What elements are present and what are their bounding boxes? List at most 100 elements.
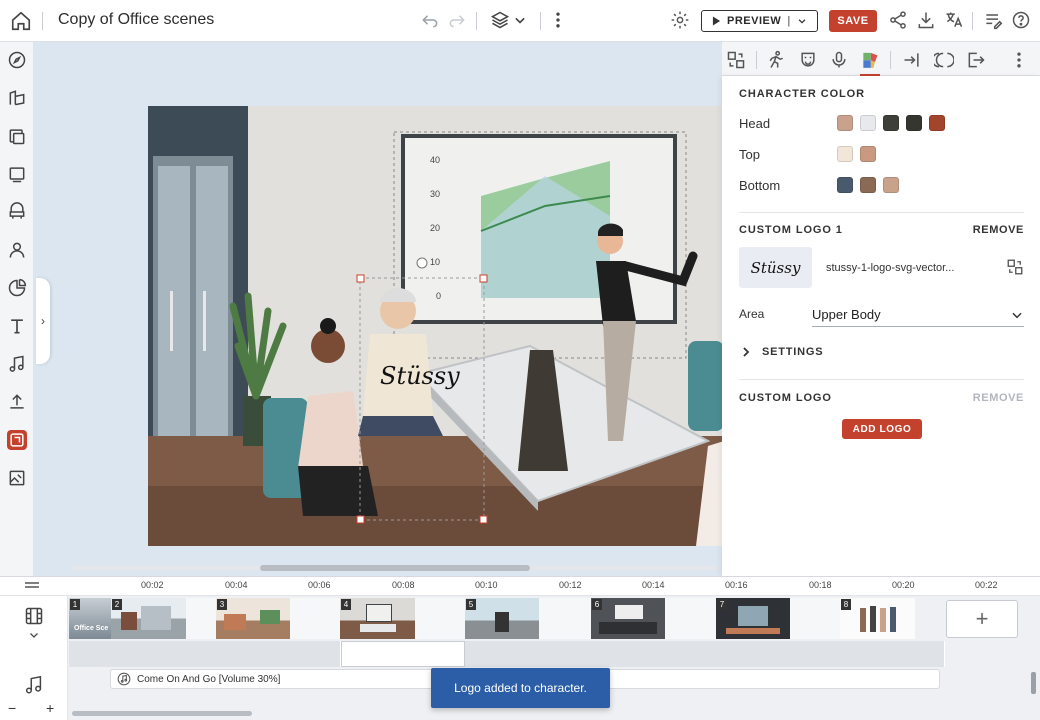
timeline-horizontal-scrollbar[interactable]: [72, 711, 252, 716]
share-icon[interactable]: [888, 10, 908, 30]
music-icon[interactable]: [23, 674, 45, 696]
more-vertical-icon[interactable]: [1009, 50, 1029, 70]
head-color-label: Head: [739, 116, 771, 131]
exit-effect-icon[interactable]: [966, 50, 986, 70]
scenes-icon[interactable]: [7, 164, 27, 184]
image-edit-icon[interactable]: [7, 468, 27, 488]
enter-effect-icon[interactable]: [902, 50, 922, 70]
media-icon[interactable]: [7, 126, 27, 146]
color-swatch[interactable]: [837, 115, 853, 131]
custom-logo-title: CUSTOM LOGO: [739, 392, 832, 404]
property-tabs: [722, 42, 1040, 76]
scene-clip[interactable]: 8: [840, 598, 915, 639]
scene-clip[interactable]: 6: [591, 598, 665, 639]
swap-character-icon[interactable]: [726, 50, 746, 70]
scene-clip[interactable]: 5: [465, 598, 539, 639]
motion-path-icon[interactable]: [934, 50, 954, 70]
color-palette-icon[interactable]: [860, 50, 880, 76]
logo-thumbnail[interactable]: Stüssy: [739, 247, 812, 288]
zoom-out-button[interactable]: −: [8, 700, 16, 716]
text-icon[interactable]: [7, 316, 27, 336]
translate-icon[interactable]: [944, 10, 964, 30]
home-icon[interactable]: [10, 10, 32, 32]
music-note-icon: [117, 672, 131, 686]
notes-icon[interactable]: [983, 10, 1003, 30]
more-vertical-icon[interactable]: [548, 10, 568, 30]
add-logo-button[interactable]: ADD LOGO: [842, 419, 922, 439]
download-icon[interactable]: [916, 10, 936, 30]
timeline-ruler[interactable]: 00:02 00:04 00:06 00:08 00:10 00:12 00:1…: [0, 576, 1040, 596]
divider: [890, 51, 891, 69]
play-icon: [712, 16, 721, 26]
vertical-scrollbar-thumb[interactable]: [1031, 672, 1036, 694]
help-icon[interactable]: [1011, 10, 1031, 30]
film-icon[interactable]: [24, 606, 44, 626]
color-swatch[interactable]: [860, 115, 876, 131]
properties-panel: CHARACTER COLOR Head Top Bottom CUSTOM L…: [722, 76, 1040, 576]
ruler-label: 00:12: [559, 580, 582, 590]
scene-clip[interactable]: 7: [716, 598, 790, 639]
remove-logo-1-button[interactable]: REMOVE: [973, 224, 1024, 236]
add-scene-button[interactable]: +: [946, 600, 1018, 638]
preview-button[interactable]: PREVIEW |: [701, 10, 818, 32]
color-swatch[interactable]: [883, 177, 899, 193]
clip-gap: [539, 598, 591, 639]
remove-logo-button[interactable]: REMOVE: [973, 392, 1024, 404]
character-icon[interactable]: [7, 240, 27, 260]
action-icon[interactable]: [766, 50, 786, 70]
clip-gap: [290, 598, 340, 639]
color-swatch[interactable]: [906, 115, 922, 131]
color-swatch[interactable]: [883, 115, 899, 131]
toast-notification: Logo added to character.: [431, 668, 610, 708]
compass-icon[interactable]: [7, 50, 27, 70]
settings-expander[interactable]: SETTINGS: [742, 346, 823, 358]
upload-icon[interactable]: [7, 392, 27, 412]
transition-strip-selected[interactable]: [341, 641, 465, 667]
area-select[interactable]: Upper Body: [812, 303, 1024, 327]
background-icon[interactable]: [7, 88, 27, 108]
color-swatch[interactable]: [860, 177, 876, 193]
undo-icon[interactable]: [420, 10, 440, 30]
color-swatch[interactable]: [837, 146, 853, 162]
gear-icon[interactable]: [670, 10, 690, 30]
stussy-logo-mark: Stüssy: [380, 362, 460, 390]
stage-horizontal-scrollbar[interactable]: [70, 565, 718, 571]
transition-strip[interactable]: [465, 641, 945, 667]
brand-kit-icon[interactable]: [7, 430, 27, 450]
woman-head: [311, 329, 345, 363]
music-icon[interactable]: [7, 354, 27, 374]
area-label: Area: [739, 307, 765, 321]
save-button[interactable]: SAVE: [829, 10, 877, 32]
stussy-logo-mark: Stüssy: [750, 258, 801, 277]
color-swatch[interactable]: [837, 177, 853, 193]
scene-canvas[interactable]: 40 30 20 10 0 Stüssy: [148, 106, 724, 546]
color-swatch[interactable]: [929, 115, 945, 131]
drag-handle-icon[interactable]: [24, 580, 40, 592]
area-select-value: Upper Body: [812, 307, 881, 322]
chevron-right-icon: ›: [41, 314, 45, 328]
chevron-down-icon[interactable]: [797, 16, 807, 26]
zoom-in-button[interactable]: +: [46, 700, 54, 716]
redo-icon[interactable]: [447, 10, 467, 30]
scene-clip[interactable]: 3: [216, 598, 290, 639]
top-color-label: Top: [739, 147, 760, 162]
chevron-down-icon[interactable]: [510, 10, 530, 30]
scrollbar-thumb[interactable]: [260, 565, 530, 571]
scene-clip[interactable]: 1 Office Sce: [69, 598, 111, 639]
microphone-icon[interactable]: [829, 50, 849, 70]
scene-clip[interactable]: 2: [111, 598, 186, 639]
props-icon[interactable]: [7, 202, 27, 222]
chevron-down-icon[interactable]: [27, 629, 41, 641]
replace-logo-icon[interactable]: [1006, 258, 1024, 276]
expression-icon[interactable]: [798, 50, 818, 70]
layers-icon[interactable]: [490, 10, 510, 30]
chart-y-tick: 30: [430, 189, 440, 199]
office-scene-illustration: 40 30 20 10 0 Stüssy: [148, 106, 724, 546]
collapse-panel-button[interactable]: ›: [36, 278, 50, 364]
color-swatch[interactable]: [860, 146, 876, 162]
project-title[interactable]: Copy of Office scenes: [58, 11, 214, 29]
preview-label: PREVIEW: [727, 15, 782, 27]
transition-strip[interactable]: [69, 641, 341, 667]
chart-pie-icon[interactable]: [7, 278, 27, 298]
scene-clip[interactable]: 4: [340, 598, 415, 639]
